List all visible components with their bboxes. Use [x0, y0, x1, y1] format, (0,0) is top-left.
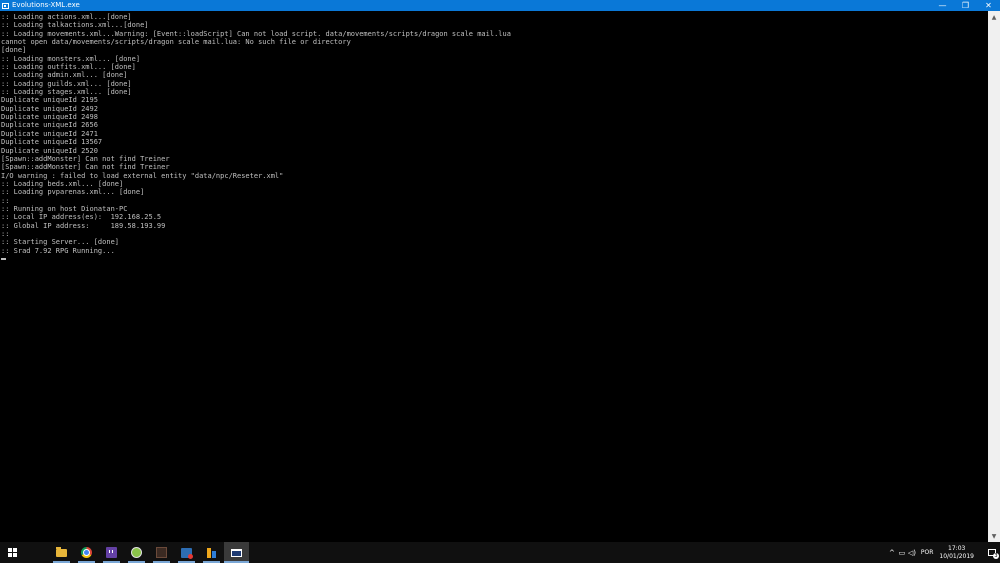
console-line: :: Global IP address: 189.58.193.99 [1, 221, 166, 230]
chevron-up-icon[interactable]: ^ [887, 542, 897, 563]
console-line: :: Loading stages.xml... [done] [1, 88, 132, 97]
console-lines: :: Loading actions.xml...[done]:: Loadin… [1, 13, 988, 260]
console-line: :: Starting Server... [done] [1, 238, 120, 247]
clock-time: 17:03 [948, 544, 966, 552]
system-tray: ^ ▭ ◁) POR 17:03 10/01/2019 3 [887, 542, 1000, 563]
taskbar-app-tool[interactable] [174, 542, 199, 563]
clock-date: 10/01/2019 [939, 552, 974, 560]
console-line: :: Loading beds.xml... [done] [1, 179, 124, 188]
console-line: :: Local IP address(es): 192.168.25.5 [1, 213, 162, 222]
language-indicator[interactable]: POR [921, 549, 934, 556]
notification-count-badge: 3 [993, 553, 999, 559]
maximize-button[interactable]: ❐ [954, 0, 977, 11]
console-output[interactable]: :: Loading actions.xml...[done]:: Loadin… [0, 11, 988, 542]
console-line: Duplicate uniqueId 2471 [1, 129, 98, 138]
close-button[interactable]: ✕ [977, 0, 1000, 11]
console-line: :: [1, 196, 10, 205]
book-icon [206, 547, 217, 558]
console-line: :: Loading talkactions.xml...[done] [1, 21, 149, 30]
taskbar-chrome[interactable] [74, 542, 99, 563]
taskbar-app-book[interactable] [199, 542, 224, 563]
tool-icon [181, 547, 193, 559]
console-line: :: Loading guilds.xml... [done] [1, 79, 132, 88]
console-line: :: [1, 229, 10, 238]
console-line: cannot open data/movements/scripts/drago… [1, 38, 351, 47]
console-line: Duplicate uniqueId 13567 [1, 138, 103, 147]
folder-icon [56, 546, 67, 557]
volume-icon[interactable]: ◁) [907, 542, 917, 563]
taskbar-search[interactable] [25, 542, 49, 563]
windows-logo-icon [8, 548, 17, 557]
console-line: Duplicate uniqueId 2498 [1, 113, 98, 122]
console-line: [done] [1, 46, 27, 55]
twitch-icon [106, 547, 117, 558]
taskbar: ^ ▭ ◁) POR 17:03 10/01/2019 3 [0, 542, 1000, 563]
console-line: Duplicate uniqueId 2656 [1, 121, 98, 130]
console-line: I/O warning : failed to load external en… [1, 171, 284, 180]
vertical-scrollbar[interactable]: ▲ ▼ [988, 11, 1000, 542]
text-cursor [1, 257, 6, 260]
console-line: [Spawn::addMonster] Can not find Treiner [1, 163, 170, 172]
chrome-icon [81, 547, 92, 558]
console-line: :: Loading outfits.xml... [done] [1, 63, 136, 72]
clock[interactable]: 17:03 10/01/2019 [939, 545, 974, 561]
notification-icon: 3 [988, 549, 999, 559]
console-line: :: Loading monsters.xml... [done] [1, 54, 141, 63]
ball-icon [131, 547, 142, 558]
taskbar-console-window[interactable] [224, 542, 249, 563]
console-line: Duplicate uniqueId 2195 [1, 96, 98, 105]
console-line: :: Loading actions.xml...[done] [1, 13, 132, 21]
console-line: :: Loading pvparenas.xml... [done] [1, 188, 145, 197]
console-line: :: Loading admin.xml... [done] [1, 71, 128, 80]
console-line: :: Srad 7.92 RPG Running... [1, 246, 115, 255]
taskbar-twitch[interactable] [99, 542, 124, 563]
taskbar-app-ball[interactable] [124, 542, 149, 563]
action-center-button[interactable]: 3 [984, 542, 1000, 563]
console-line: :: Running on host Dionatan-PC [1, 204, 128, 213]
start-button[interactable] [0, 542, 25, 563]
taskbar-file-explorer[interactable] [49, 542, 74, 563]
console-line: [Spawn::addMonster] Can not find Treiner [1, 154, 170, 163]
window-title: Evolutions-XML.exe [12, 1, 80, 9]
network-icon[interactable]: ▭ [897, 542, 907, 563]
console-icon [231, 548, 242, 557]
scroll-up-arrow-icon[interactable]: ▲ [988, 11, 1000, 23]
dark-app-icon [156, 547, 167, 558]
scroll-down-arrow-icon[interactable]: ▼ [988, 530, 1000, 542]
console-line: Duplicate uniqueId 2520 [1, 146, 98, 155]
window-title-bar[interactable]: Evolutions-XML.exe — ❐ ✕ [0, 0, 1000, 11]
taskbar-app-dark[interactable] [149, 542, 174, 563]
console-line: Duplicate uniqueId 2492 [1, 104, 98, 113]
minimize-button[interactable]: — [931, 0, 954, 11]
console-line: :: Loading movements.xml...Warning: [Eve… [1, 29, 511, 38]
console-app-icon [2, 2, 9, 9]
